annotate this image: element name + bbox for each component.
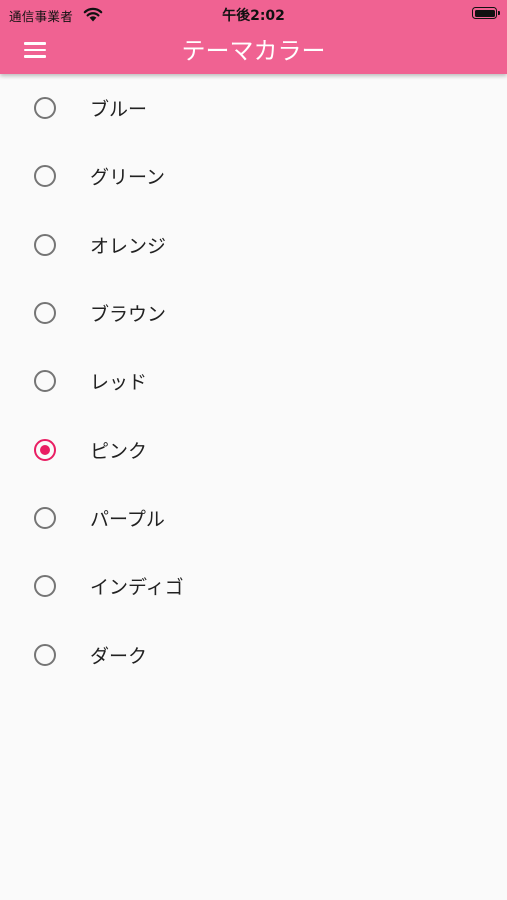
radio-button[interactable] [34,233,56,256]
theme-color-list: ブルー グリーン オレンジ ブラウン レッド ピンク パープル インディゴ ダー… [0,74,507,689]
radio-button[interactable] [34,302,56,325]
status-bar: 通信事業者 午後2:02 [0,0,507,28]
page-title: テーマカラー [181,37,326,65]
theme-option-red[interactable]: レッド [0,347,507,415]
radio-button[interactable] [34,370,56,393]
radio-button[interactable] [34,506,56,529]
theme-option-purple[interactable]: パープル [0,484,507,552]
theme-option-label: オレンジ [90,235,167,258]
theme-option-label: ブラウン [90,303,167,326]
battery-icon [472,7,500,19]
theme-option-label: パープル [90,508,165,531]
radio-button[interactable] [34,643,56,666]
app-bar: 通信事業者 午後2:02 テーマカラー [0,0,507,74]
theme-option-label: ブルー [90,98,148,121]
theme-option-label: ピンク [90,440,148,463]
theme-option-indigo[interactable]: インディゴ [0,552,507,620]
theme-option-brown[interactable]: ブラウン [0,279,507,347]
radio-button[interactable] [34,575,56,598]
theme-option-green[interactable]: グリーン [0,142,507,210]
theme-option-label: インディゴ [90,576,184,599]
theme-option-pink[interactable]: ピンク [0,415,507,483]
theme-option-dark[interactable]: ダーク [0,620,507,688]
theme-option-label: レッド [90,371,148,394]
theme-option-label: グリーン [90,166,166,189]
theme-option-label: ダーク [90,645,148,668]
status-time: 午後2:02 [222,8,285,24]
radio-button-selected[interactable] [34,438,56,461]
theme-option-orange[interactable]: オレンジ [0,211,507,279]
radio-button[interactable] [34,97,56,120]
theme-option-blue[interactable]: ブルー [0,74,507,142]
radio-button[interactable] [34,165,56,188]
